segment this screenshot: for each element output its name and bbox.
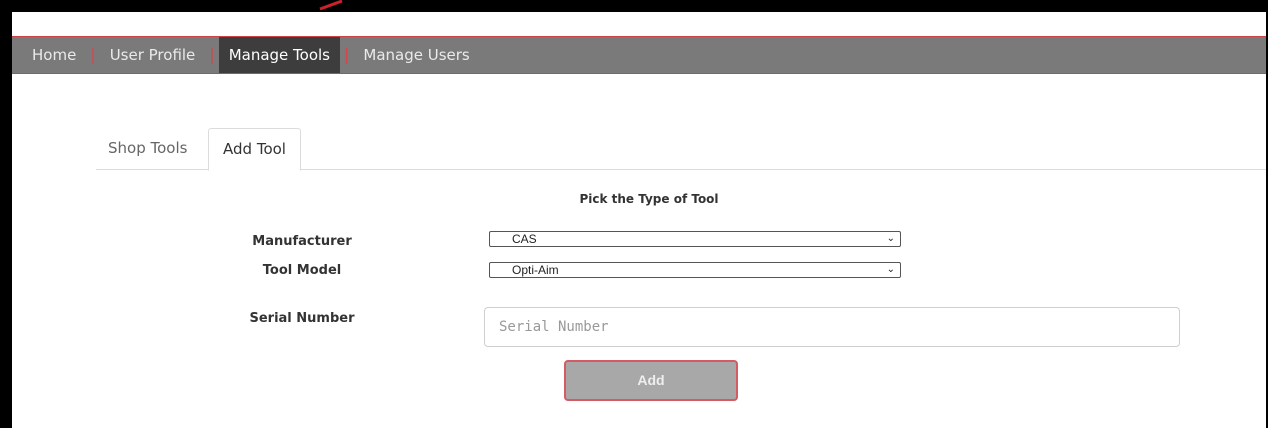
red-arrow-annotation	[319, 0, 343, 10]
nav-separator: |	[344, 45, 350, 64]
tab-add-tool[interactable]: Add Tool	[208, 128, 301, 171]
app-window: Home | User Profile | Manage Tools | Man…	[12, 12, 1266, 428]
form-title: Pick the Type of Tool	[579, 192, 719, 206]
add-button[interactable]: Add	[564, 360, 738, 401]
nav-separator: |	[209, 45, 215, 64]
nav-manage-users[interactable]: Manage Users	[353, 37, 479, 73]
chevron-down-icon: ⌄	[886, 264, 895, 275]
manufacturer-value: CAS	[512, 232, 537, 246]
serial-number-label: Serial Number	[249, 311, 355, 326]
nav-home[interactable]: Home	[12, 37, 86, 73]
top-navbar: Home | User Profile | Manage Tools | Man…	[12, 36, 1266, 74]
serial-number-input[interactable]: Serial Number	[484, 307, 1180, 347]
tool-model-label: Tool Model	[262, 263, 342, 278]
chevron-down-icon: ⌄	[886, 233, 895, 244]
manufacturer-label: Manufacturer	[252, 234, 352, 249]
nav-user-profile[interactable]: User Profile	[100, 37, 206, 73]
nav-manage-tools[interactable]: Manage Tools	[218, 37, 340, 73]
tool-model-select[interactable]: Opti-Aim ⌄	[489, 262, 901, 278]
tab-bar: Shop Tools Add Tool	[96, 128, 1266, 171]
manufacturer-select[interactable]: CAS ⌄	[489, 231, 901, 247]
tab-shop-tools[interactable]: Shop Tools	[96, 128, 199, 170]
tool-model-value: Opti-Aim	[512, 263, 559, 277]
nav-separator: |	[90, 45, 96, 64]
